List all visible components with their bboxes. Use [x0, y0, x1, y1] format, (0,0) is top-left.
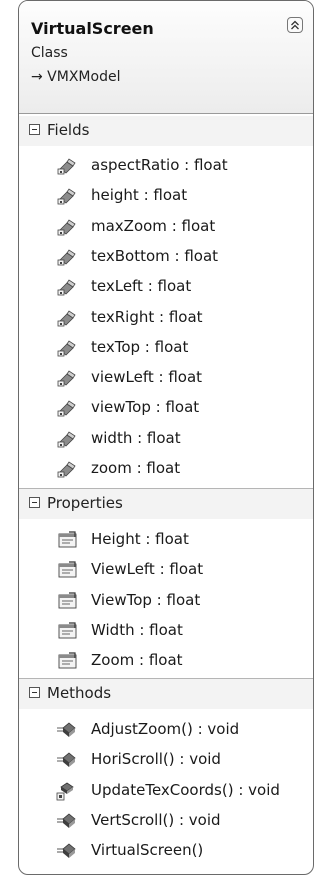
private-field-icon: [57, 460, 77, 478]
property-icon: [57, 591, 77, 610]
field-label: width : float: [91, 428, 181, 447]
public-method-icon: [55, 842, 76, 860]
method-row[interactable]: VirtualScreen(): [19, 839, 313, 863]
property-label: Width : float: [91, 620, 183, 639]
field-label: viewTop : float: [91, 398, 200, 417]
class-stereotype: Class: [31, 45, 68, 61]
field-row[interactable]: viewLeft : float: [19, 366, 313, 390]
field-row[interactable]: height : float: [19, 184, 313, 208]
field-label: maxZoom : float: [91, 216, 216, 235]
public-method-icon: [55, 721, 76, 739]
field-row[interactable]: texBottom : float: [19, 245, 313, 269]
method-row[interactable]: AdjustZoom() : void: [19, 718, 313, 742]
field-row[interactable]: maxZoom : float: [19, 215, 313, 239]
property-icon: [57, 531, 77, 549]
field-row[interactable]: texRight : float: [19, 306, 313, 330]
private-field-icon: [57, 369, 77, 387]
field-label: height : float: [91, 186, 188, 205]
method-row[interactable]: VertScroll() : void: [19, 809, 313, 833]
section-properties-header[interactable]: Properties: [19, 488, 313, 519]
field-label: texBottom : float: [91, 246, 219, 265]
method-row[interactable]: UpdateTexCoords() : void: [19, 779, 313, 803]
section-methods-header[interactable]: Methods: [19, 678, 313, 709]
private-field-icon: [57, 248, 77, 266]
private-field-icon: [57, 430, 77, 448]
property-icon: [57, 561, 77, 579]
private-method-icon: [55, 782, 75, 800]
field-row[interactable]: texLeft : float: [19, 275, 313, 299]
method-label: HoriScroll() : void: [91, 750, 221, 769]
property-label: ViewLeft : float: [91, 560, 204, 579]
private-field-icon: [57, 278, 77, 296]
property-icon: [57, 622, 77, 640]
method-label: UpdateTexCoords() : void: [91, 780, 280, 799]
field-label: texRight : float: [91, 307, 203, 326]
field-row[interactable]: viewTop : float: [19, 396, 313, 420]
property-row[interactable]: ViewLeft : float: [19, 558, 313, 582]
private-field-icon: [57, 187, 77, 205]
section-fields-label: Fields: [47, 121, 90, 139]
class-diagram-box: VirtualScreen Class → VMXModel Fields as…: [18, 0, 314, 875]
field-label: texTop : float: [91, 337, 189, 356]
field-row[interactable]: aspectRatio : float: [19, 154, 313, 178]
property-label: Zoom : float: [91, 651, 183, 670]
property-icon: [57, 652, 77, 670]
collapse-toggle[interactable]: [29, 124, 40, 135]
section-properties-label: Properties: [47, 494, 123, 512]
field-label: viewLeft : float: [91, 368, 203, 387]
private-field-icon: [57, 399, 77, 417]
method-label: VertScroll() : void: [91, 810, 221, 829]
field-row[interactable]: texTop : float: [19, 336, 313, 360]
collapse-button[interactable]: [287, 17, 303, 33]
field-row[interactable]: width : float: [19, 427, 313, 451]
field-label: texLeft : float: [91, 277, 192, 296]
property-row[interactable]: Zoom : float: [19, 649, 313, 673]
property-label: ViewTop : float: [91, 590, 201, 609]
method-row[interactable]: HoriScroll() : void: [19, 748, 313, 772]
method-label: AdjustZoom() : void: [91, 720, 240, 738]
class-header: VirtualScreen Class → VMXModel: [19, 1, 313, 114]
public-method-icon: [55, 751, 76, 769]
private-field-icon: [57, 218, 77, 236]
collapse-toggle[interactable]: [29, 687, 40, 698]
private-field-icon: [57, 157, 77, 175]
section-methods-label: Methods: [47, 684, 112, 702]
property-row[interactable]: Height : float: [19, 528, 313, 552]
public-method-icon: [55, 812, 76, 830]
field-label: aspectRatio : float: [91, 156, 228, 174]
property-row[interactable]: Width : float: [19, 619, 313, 643]
field-row[interactable]: zoom : float: [19, 457, 313, 481]
property-label: Height : float: [91, 530, 189, 548]
method-label: VirtualScreen(): [91, 841, 204, 860]
section-fields-header[interactable]: Fields: [19, 116, 313, 146]
property-row[interactable]: ViewTop : float: [19, 589, 313, 613]
private-field-icon: [57, 309, 77, 327]
double-chevron-up-icon: [291, 20, 299, 30]
class-title: VirtualScreen: [31, 19, 154, 38]
base-class: → VMXModel: [31, 69, 121, 85]
private-field-icon: [57, 339, 77, 357]
collapse-toggle[interactable]: [29, 497, 40, 508]
field-label: zoom : float: [91, 459, 181, 477]
